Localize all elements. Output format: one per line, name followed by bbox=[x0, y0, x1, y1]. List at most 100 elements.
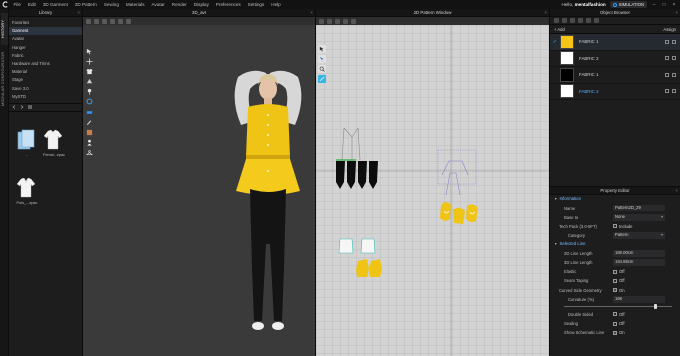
sewing-icon[interactable] bbox=[318, 75, 326, 83]
fold-icon[interactable] bbox=[85, 78, 93, 86]
select-mesh-icon[interactable] bbox=[85, 47, 93, 55]
pattern-grid[interactable] bbox=[316, 25, 549, 356]
close-icon[interactable]: × bbox=[671, 2, 677, 8]
curvature-slider-thumb[interactable] bbox=[654, 303, 658, 309]
fabric-lock-icon[interactable] bbox=[665, 39, 669, 44]
pin-icon[interactable] bbox=[85, 88, 93, 96]
tab-modular-configurator[interactable]: MODULAR CONFIGURATOR bbox=[1, 49, 8, 109]
ob-tab-topstitch-icon[interactable] bbox=[586, 18, 591, 23]
fabric-row[interactable]: FABRIC 2 bbox=[550, 51, 680, 67]
3d-viewport[interactable]: 3D_avt × bbox=[83, 9, 315, 356]
menu-materials[interactable]: Materials bbox=[122, 0, 148, 9]
curved-side-checkbox[interactable] bbox=[613, 288, 617, 293]
base-to-select[interactable]: None bbox=[613, 214, 665, 221]
back-icon[interactable] bbox=[12, 105, 16, 110]
2d-window-close-icon[interactable]: × bbox=[544, 9, 547, 17]
assign-button[interactable]: Assign bbox=[663, 27, 676, 32]
ob-tab-button-icon[interactable] bbox=[570, 18, 575, 23]
library-item-hanger[interactable]: Hanger bbox=[9, 44, 82, 52]
3d-tool-2-icon[interactable] bbox=[94, 18, 99, 24]
2d-tool-1-icon[interactable] bbox=[319, 18, 324, 24]
schematic-line-checkbox[interactable] bbox=[613, 330, 617, 335]
library-item-mystd[interactable]: MySTD bbox=[9, 93, 82, 101]
fabric-swatch[interactable] bbox=[560, 67, 574, 82]
library-thumbnail-polo-garment[interactable]: Polo_...zpac bbox=[15, 175, 39, 205]
menu-sewing[interactable]: Sewing bbox=[100, 0, 122, 9]
library-item-material[interactable]: Material bbox=[9, 68, 82, 76]
menu-render[interactable]: Render bbox=[168, 0, 190, 9]
tab-history[interactable]: HISTORY bbox=[1, 13, 8, 45]
3d-tool-4-icon[interactable] bbox=[110, 18, 115, 24]
curvature-field[interactable]: 166 bbox=[613, 296, 665, 303]
ob-tab-fabric-icon[interactable] bbox=[562, 18, 567, 23]
sealing-checkbox[interactable] bbox=[613, 321, 617, 326]
menu-file[interactable]: File bbox=[10, 0, 24, 9]
2d-tool-2-icon[interactable] bbox=[327, 18, 332, 24]
3d-tool-5-icon[interactable] bbox=[118, 18, 123, 24]
3d-tool-6-icon[interactable] bbox=[126, 18, 131, 24]
simulation-button[interactable]: SIMULATION bbox=[609, 1, 647, 8]
menu-avatar[interactable]: Avatar bbox=[148, 0, 168, 9]
property-editor-close-icon[interactable]: × bbox=[675, 187, 678, 195]
menu-2d-pattern[interactable]: 2D Pattern bbox=[71, 0, 100, 9]
fabric-row[interactable]: FABRIC 1 bbox=[550, 67, 680, 84]
fabric-delete-icon[interactable] bbox=[672, 72, 676, 77]
menu-3d-garment[interactable]: 3D Garment bbox=[39, 0, 71, 9]
line-length-2d-field[interactable]: 180.00cm bbox=[613, 250, 665, 257]
library-thumbnail-female-garment[interactable]: Femal...zpac bbox=[42, 127, 66, 157]
avatar-3d-figure[interactable] bbox=[208, 59, 328, 349]
fabric-swatch[interactable] bbox=[560, 34, 574, 49]
ob-tab-buttonhole-icon[interactable] bbox=[578, 18, 583, 23]
texture-icon[interactable] bbox=[85, 129, 93, 137]
forward-icon[interactable] bbox=[20, 105, 24, 110]
3d-tool-1-icon[interactable] bbox=[86, 18, 91, 24]
fabric-delete-icon[interactable] bbox=[672, 39, 676, 44]
menu-preferences[interactable]: Preferences bbox=[212, 0, 244, 9]
hanger-icon[interactable] bbox=[85, 149, 93, 157]
menu-display[interactable]: Display bbox=[190, 0, 212, 9]
edit-pattern-icon[interactable] bbox=[318, 55, 326, 63]
menu-settings[interactable]: Settings bbox=[244, 0, 268, 9]
app-logo-icon[interactable] bbox=[0, 0, 10, 9]
2d-tool-3-icon[interactable] bbox=[335, 18, 340, 24]
3d-window-close-icon[interactable]: × bbox=[310, 9, 313, 17]
fabric-row[interactable]: ✓ FABRIC 1 bbox=[550, 34, 680, 51]
library-item-hardware-and-trims[interactable]: Hardware and Trims bbox=[9, 60, 82, 68]
library-item-garment[interactable]: Garment bbox=[9, 27, 82, 36]
2d-tool-4-icon[interactable] bbox=[343, 18, 348, 24]
fabric-swatch[interactable] bbox=[560, 51, 574, 66]
transform-pattern-icon[interactable] bbox=[318, 45, 326, 53]
library-thumbnail-folder[interactable]: .. bbox=[15, 127, 39, 157]
tape-icon[interactable] bbox=[85, 98, 93, 106]
maximize-icon[interactable]: □ bbox=[661, 2, 667, 8]
fabric-lock-icon[interactable] bbox=[665, 56, 669, 61]
add-fabric-button[interactable]: + Add bbox=[554, 27, 565, 32]
library-close-icon[interactable]: × bbox=[77, 9, 80, 17]
library-item-save-3-0[interactable]: Save 3.0 bbox=[9, 85, 82, 93]
move-icon[interactable] bbox=[85, 57, 93, 65]
fabric-delete-icon[interactable] bbox=[672, 56, 676, 61]
library-item-avatar[interactable]: Avatar bbox=[9, 35, 82, 43]
3d-tool-3-icon[interactable] bbox=[102, 18, 107, 24]
seam-taping-checkbox[interactable] bbox=[613, 278, 617, 283]
elastic-checkbox[interactable] bbox=[613, 269, 617, 274]
fabric-swatch[interactable] bbox=[560, 84, 574, 99]
grid-view-icon[interactable] bbox=[28, 105, 32, 110]
fabric-lock-icon[interactable] bbox=[665, 89, 669, 94]
measure-icon[interactable] bbox=[85, 108, 93, 116]
double-sided-checkbox[interactable] bbox=[613, 312, 617, 317]
zoom-icon[interactable] bbox=[318, 65, 326, 73]
2d-pattern-window[interactable]: 2D Pattern Window × bbox=[315, 9, 549, 356]
brush-icon[interactable] bbox=[85, 118, 93, 126]
selected-line-section-header[interactable]: ▼ Selected Line bbox=[550, 240, 680, 249]
library-item-stage[interactable]: Stage bbox=[9, 76, 82, 84]
menu-help[interactable]: Help bbox=[268, 0, 284, 9]
name-field[interactable]: Pattern2D_29 bbox=[613, 204, 665, 212]
fabric-row[interactable]: FABRIC 2 bbox=[550, 84, 680, 100]
curvature-slider[interactable] bbox=[550, 303, 680, 310]
library-item-favorites[interactable]: Favorites bbox=[9, 19, 82, 27]
ob-tab-scene-icon[interactable] bbox=[554, 18, 559, 23]
avatar-icon[interactable] bbox=[85, 139, 93, 147]
menu-edit[interactable]: Edit bbox=[24, 0, 39, 9]
2d-tool-5-icon[interactable] bbox=[351, 18, 356, 24]
